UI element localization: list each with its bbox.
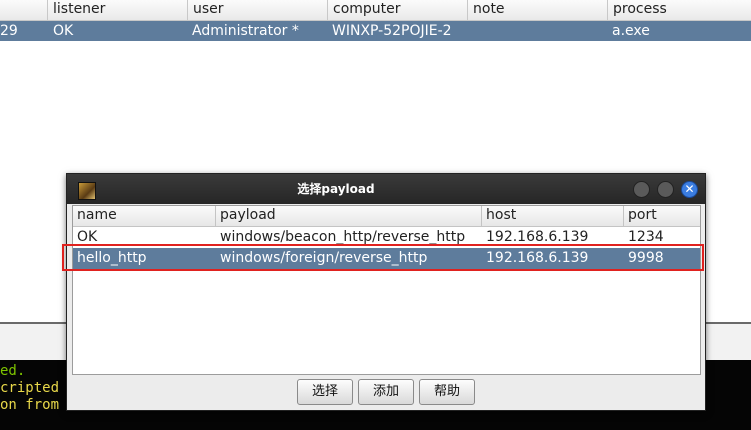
table-row-selected[interactable]: hello_http windows/foreign/reverse_http …	[73, 248, 700, 269]
close-button[interactable]: ✕	[681, 181, 698, 198]
column-header-listener[interactable]: listener	[47, 0, 187, 20]
sessions-table-header: listener user computer note process	[0, 0, 751, 21]
column-header-payload[interactable]: payload	[216, 206, 482, 226]
payload-host-cell: 192.168.6.139	[486, 250, 589, 266]
add-button[interactable]: 添加	[358, 379, 414, 405]
column-header-process[interactable]: process	[607, 0, 751, 20]
maximize-button[interactable]	[657, 181, 674, 198]
console-line: ed.	[0, 363, 26, 379]
payload-type-cell: windows/beacon_http/reverse_http	[220, 229, 466, 245]
dialog-title: 选择payload	[297, 182, 375, 196]
payload-port-cell: 1234	[628, 229, 664, 245]
payload-port-cell: 9998	[628, 250, 664, 266]
session-user-cell: Administrator *	[192, 23, 299, 39]
column-header-note[interactable]: note	[467, 0, 607, 20]
choose-payload-dialog: 选择payload ✕ name payload host port OK wi…	[66, 173, 706, 411]
payload-table-header: name payload host port	[73, 206, 700, 227]
session-process-cell: a.exe	[612, 23, 650, 39]
session-computer-cell: WINXP-52POJIE-2	[332, 23, 452, 39]
column-header-id[interactable]	[0, 0, 47, 20]
payload-name-cell: OK	[77, 229, 98, 245]
minimize-button[interactable]	[633, 181, 650, 198]
close-icon: ✕	[684, 182, 695, 196]
payload-table: name payload host port OK windows/beacon…	[72, 205, 701, 375]
session-id-cell: 29	[0, 23, 18, 39]
help-button[interactable]: 帮助	[419, 379, 475, 405]
choose-button[interactable]: 选择	[297, 379, 353, 405]
session-row[interactable]: 29 OK Administrator * WINXP-52POJIE-2 a.…	[0, 21, 751, 41]
column-header-host[interactable]: host	[482, 206, 624, 226]
session-note-cell	[467, 21, 607, 41]
column-header-port[interactable]: port	[624, 206, 700, 226]
dialog-button-bar: 选择 添加 帮助	[67, 375, 705, 410]
dialog-titlebar[interactable]: 选择payload ✕	[67, 174, 705, 204]
console-line: on from A	[0, 397, 76, 413]
payload-type-cell: windows/foreign/reverse_http	[220, 250, 428, 266]
session-listener-cell: OK	[53, 23, 74, 39]
column-header-computer[interactable]: computer	[327, 0, 467, 20]
console-line: cripted W	[0, 380, 76, 396]
column-header-user[interactable]: user	[187, 0, 327, 20]
table-row[interactable]: OK windows/beacon_http/reverse_http 192.…	[73, 227, 700, 248]
payload-name-cell: hello_http	[77, 250, 147, 266]
payload-host-cell: 192.168.6.139	[486, 229, 589, 245]
column-header-name[interactable]: name	[73, 206, 216, 226]
